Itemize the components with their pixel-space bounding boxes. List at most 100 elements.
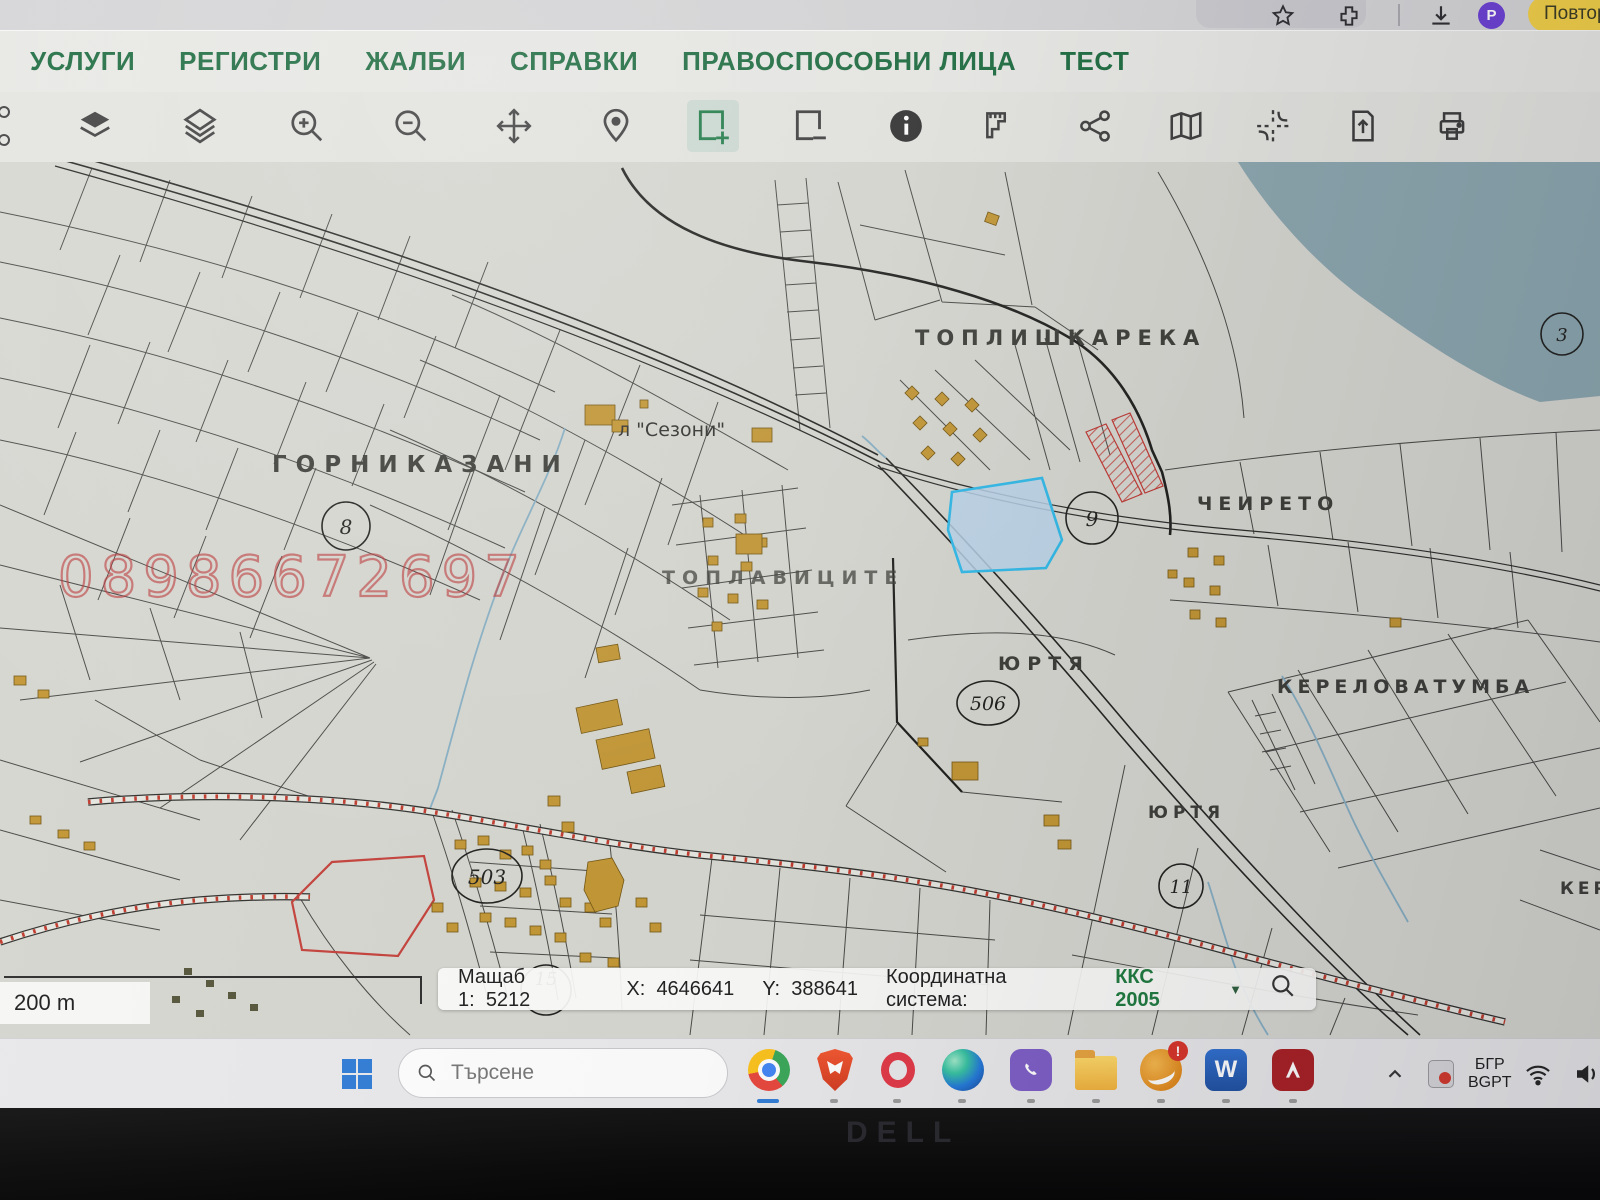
scale-readout: Мащаб 1: 5212 bbox=[458, 966, 598, 1012]
export-button[interactable] bbox=[1337, 100, 1389, 152]
chrome-app-icon[interactable] bbox=[746, 1047, 792, 1093]
export-page-icon bbox=[1344, 107, 1382, 145]
scale-bar: 200 m bbox=[0, 982, 150, 1024]
streams bbox=[429, 428, 1408, 1035]
chrome-active-indicator bbox=[757, 1099, 779, 1103]
share-button[interactable] bbox=[1069, 100, 1121, 152]
volume-icon[interactable] bbox=[1572, 1039, 1600, 1109]
notification-badge: ! bbox=[1168, 1041, 1188, 1061]
zoom-out-button[interactable] bbox=[385, 100, 437, 152]
label-cheireto: ЧЕИРЕТО bbox=[1197, 493, 1339, 515]
map-canvas[interactable]: 8 9 506 503 11 15 3 ТОПЛИШКАРЕКА ГОРНИКА… bbox=[0, 162, 1600, 1038]
select-rect-subtract-button[interactable] bbox=[784, 100, 836, 152]
layers-button[interactable] bbox=[174, 100, 226, 152]
info-icon bbox=[887, 107, 925, 145]
menu-item-test[interactable]: ТЕСТ bbox=[1060, 46, 1129, 77]
share-nodes-icon bbox=[1076, 107, 1114, 145]
menu-item-zhalbi[interactable]: ЖАЛБИ bbox=[365, 46, 466, 77]
opera-app-icon[interactable] bbox=[875, 1047, 921, 1093]
folded-map-icon bbox=[1167, 107, 1205, 145]
print-button[interactable] bbox=[1426, 100, 1478, 152]
edge-app-icon[interactable] bbox=[940, 1047, 986, 1093]
file-explorer-app-icon[interactable] bbox=[1073, 1047, 1119, 1093]
viber-indicator bbox=[1027, 1099, 1035, 1103]
viber-app-icon[interactable] bbox=[1008, 1047, 1054, 1093]
label-toplishkareka: ТОПЛИШКАРЕКА bbox=[915, 326, 1206, 350]
crs-dropdown-arrow[interactable]: ▼ bbox=[1229, 982, 1242, 997]
crs-label: Координатна система: bbox=[886, 966, 1087, 1012]
acrobat-app-icon[interactable] bbox=[1270, 1047, 1316, 1093]
svg-text:9: 9 bbox=[1086, 507, 1099, 531]
place-labels: ТОПЛИШКАРЕКА ГОРНИКАЗАНИ л "Сезони" ТОПЛ… bbox=[272, 326, 1600, 899]
label-gornikazani: ГОРНИКАЗАНИ bbox=[272, 452, 570, 478]
taskbar-search[interactable] bbox=[398, 1048, 728, 1098]
pan-button[interactable] bbox=[488, 100, 540, 152]
windows-taskbar: ! W БГРBGPT bbox=[0, 1038, 1600, 1109]
crs-selector[interactable]: ККС 2005 bbox=[1115, 966, 1201, 1012]
label-ker: КЕР bbox=[1560, 879, 1600, 899]
profile-avatar[interactable]: P bbox=[1478, 2, 1505, 29]
svg-text:11: 11 bbox=[1170, 877, 1193, 898]
svg-text:506: 506 bbox=[970, 693, 1006, 715]
word-indicator bbox=[1222, 1099, 1230, 1103]
wifi-icon[interactable] bbox=[1524, 1039, 1552, 1109]
basemap-button[interactable] bbox=[1160, 100, 1212, 152]
land-boundary bbox=[622, 168, 1171, 535]
browser-toolbar: P Повтор bbox=[0, 0, 1600, 30]
language-indicator[interactable]: БГРBGPT bbox=[1468, 1039, 1512, 1109]
label-yurtya-2: ЮРТЯ bbox=[1148, 803, 1225, 823]
extensions-icon[interactable] bbox=[1336, 3, 1362, 29]
laptop-photo: P Повтор УСЛУГИ РЕГИСТРИ ЖАЛБИ СПРАВКИ П… bbox=[0, 0, 1600, 1200]
x-coordinate: X: 4646641 bbox=[626, 978, 734, 1001]
map-search-icon[interactable] bbox=[1270, 973, 1296, 1005]
road-network-button[interactable] bbox=[1247, 100, 1299, 152]
map-status-bar: Мащаб 1: 5212 X: 4646641 Y: 388641 Коорд… bbox=[438, 968, 1316, 1010]
divider bbox=[1398, 4, 1400, 26]
parcel-number-circles bbox=[322, 313, 1583, 1015]
zoom-out-icon bbox=[392, 107, 430, 145]
repeat-button[interactable]: Повтор bbox=[1528, 0, 1600, 32]
tray-app-icon[interactable] bbox=[1428, 1039, 1454, 1109]
crossroads-icon bbox=[1254, 107, 1292, 145]
drag-handle[interactable] bbox=[0, 98, 16, 159]
menu-item-pravosposobni[interactable]: ПРАВОСПОСОБНИ ЛИЦА bbox=[682, 46, 1016, 77]
chevron-up-icon bbox=[1384, 1063, 1406, 1085]
rect-plus-icon bbox=[694, 107, 732, 145]
select-rect-add-button[interactable] bbox=[687, 100, 739, 152]
locate-button[interactable] bbox=[590, 100, 642, 152]
menu-item-uslugi[interactable]: УСЛУГИ bbox=[30, 46, 135, 77]
windows-start-button[interactable] bbox=[342, 1059, 372, 1089]
menu-item-registri[interactable]: РЕГИСТРИ bbox=[179, 46, 321, 77]
restricted-parcels bbox=[1086, 413, 1163, 502]
label-kerelovatumba: КЕРЕЛОВАТУМБА bbox=[1277, 676, 1534, 698]
creative-app-icon[interactable]: ! bbox=[1138, 1047, 1184, 1093]
download-icon[interactable] bbox=[1428, 3, 1454, 29]
info-button[interactable] bbox=[880, 100, 932, 152]
selected-parcel[interactable] bbox=[948, 478, 1062, 572]
acrobat-indicator bbox=[1289, 1099, 1297, 1103]
measure-button[interactable] bbox=[974, 100, 1026, 152]
measure-icon bbox=[981, 107, 1019, 145]
zoom-in-icon bbox=[288, 107, 326, 145]
menu-item-spravki[interactable]: СПРАВКИ bbox=[510, 46, 638, 77]
watermark-phone: 08986672697 bbox=[58, 545, 527, 610]
main-menu: УСЛУГИ РЕГИСТРИ ЖАЛБИ СПРАВКИ ПРАВОСПОСО… bbox=[0, 30, 1600, 92]
brave-app-icon[interactable] bbox=[812, 1047, 858, 1093]
tray-expand-button[interactable] bbox=[1384, 1039, 1406, 1109]
bookmark-star-icon[interactable] bbox=[1270, 3, 1296, 29]
svg-text:3: 3 bbox=[1556, 325, 1567, 346]
label-toplavicite: ТОПЛАВИЦИТЕ bbox=[662, 567, 904, 589]
layers-icon bbox=[181, 107, 219, 145]
zoom-in-button[interactable] bbox=[281, 100, 333, 152]
brave-indicator bbox=[830, 1099, 838, 1103]
word-app-icon[interactable]: W bbox=[1203, 1047, 1249, 1093]
label-sezoni: л "Сезони" bbox=[618, 419, 725, 441]
pan-icon bbox=[495, 107, 533, 145]
cadastral-map[interactable]: 8 9 506 503 11 15 3 ТОПЛИШКАРЕКА ГОРНИКА… bbox=[0, 162, 1600, 1038]
layers-filled-icon bbox=[76, 107, 114, 145]
label-yurtya-1: ЮРТЯ bbox=[998, 653, 1090, 675]
layers-overview-button[interactable] bbox=[69, 100, 121, 152]
dell-logo: DELL bbox=[846, 1116, 960, 1150]
search-input[interactable] bbox=[449, 1060, 673, 1086]
svg-text:503: 503 bbox=[468, 865, 506, 889]
